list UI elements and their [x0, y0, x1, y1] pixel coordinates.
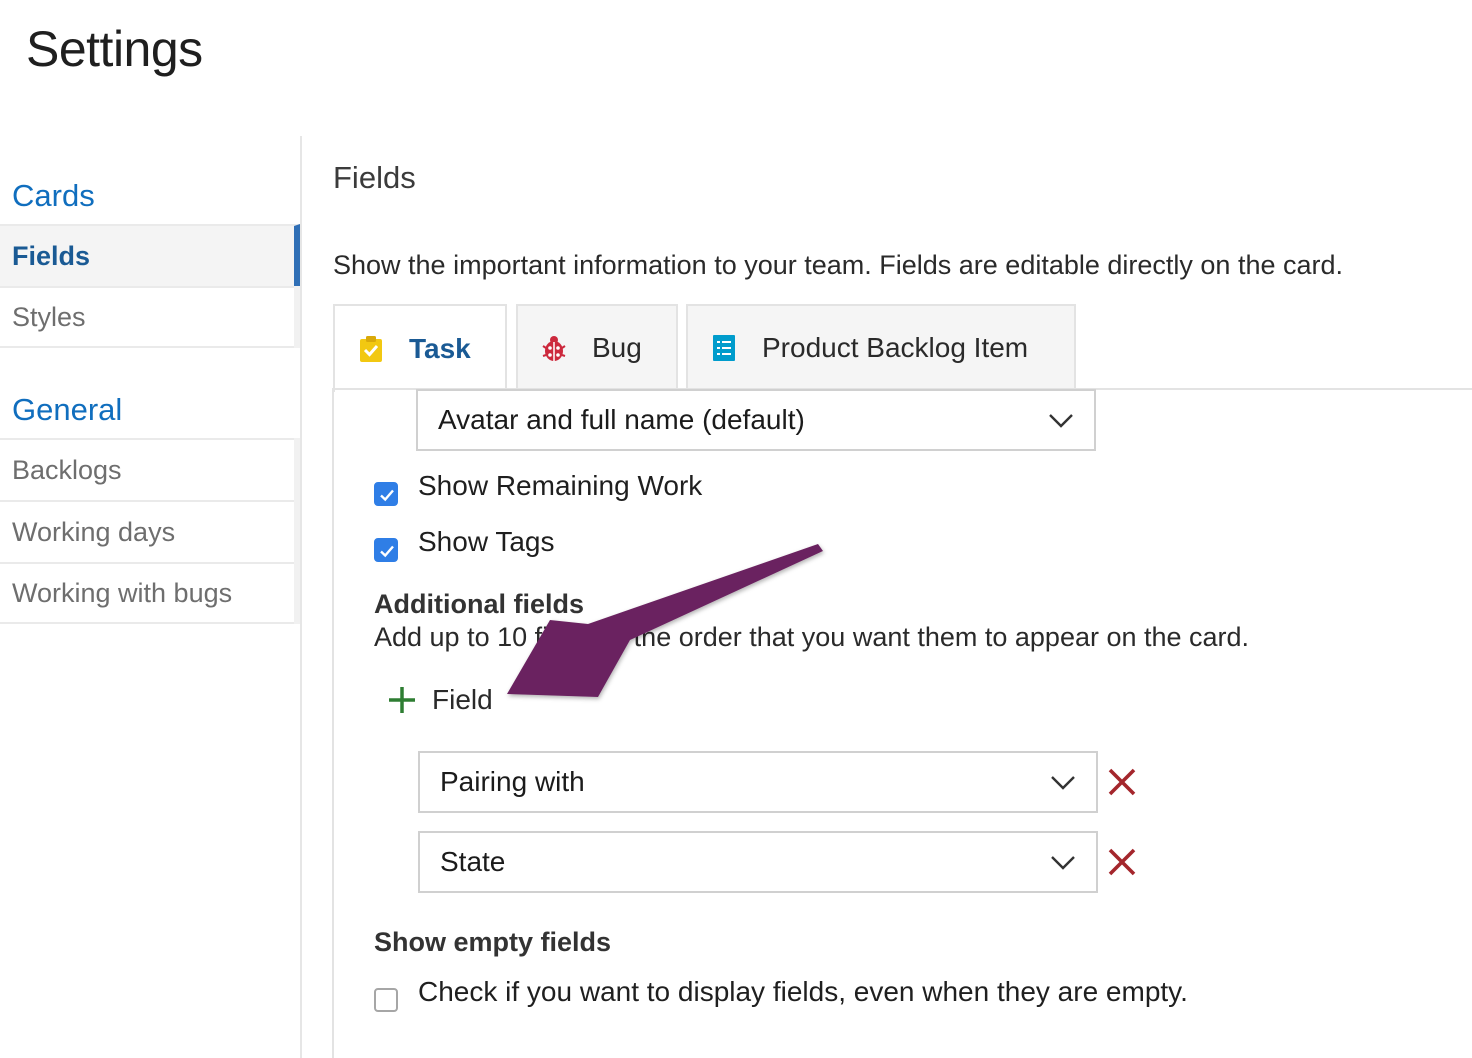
checkmark-icon	[380, 545, 394, 558]
select-value: Pairing with	[440, 766, 585, 797]
plus-icon	[389, 687, 415, 713]
sidebar-item-working-days[interactable]: Working days	[0, 500, 300, 562]
sidebar-item-backlogs[interactable]: Backlogs	[0, 438, 300, 500]
chevron-down-icon	[1049, 414, 1073, 428]
select-value: Avatar and full name (default)	[438, 404, 805, 435]
tab-task[interactable]: Task	[333, 304, 507, 392]
show-empty-fields-heading: Show empty fields	[374, 927, 612, 957]
remove-field-icon[interactable]	[1107, 847, 1137, 877]
show-remaining-work-label[interactable]: Show Remaining Work	[418, 470, 702, 502]
show-remaining-work-checkbox[interactable]	[374, 482, 398, 506]
tab-product-backlog-item[interactable]: Product Backlog Item	[686, 304, 1076, 390]
task-clipboard-icon	[357, 334, 385, 364]
add-field-button[interactable]: Field	[386, 680, 493, 720]
remove-field-icon[interactable]	[1107, 767, 1137, 797]
settings-sidebar: Cards Fields Styles General Backlogs Wor…	[0, 136, 302, 1058]
additional-field-select-2[interactable]: State	[418, 831, 1098, 893]
show-tags-label[interactable]: Show Tags	[418, 526, 554, 558]
nav-divider	[294, 286, 300, 348]
show-empty-fields-checkbox[interactable]	[374, 988, 398, 1012]
sidebar-item-label: Backlogs	[12, 454, 122, 485]
chevron-down-icon	[1051, 856, 1075, 870]
show-tags-checkbox[interactable]	[374, 538, 398, 562]
additional-fields-heading: Additional fields	[374, 589, 585, 619]
sidebar-item-styles[interactable]: Styles	[0, 286, 300, 348]
nav-group-cards: Cards	[12, 178, 95, 213]
add-field-label: Field	[432, 684, 493, 715]
additional-fields-help: Add up to 10 fields in the order that yo…	[374, 622, 1250, 652]
tab-bug[interactable]: Bug	[516, 304, 678, 390]
panel-border	[332, 388, 334, 1058]
sidebar-item-fields[interactable]: Fields	[0, 224, 300, 286]
bug-icon	[540, 333, 568, 363]
select-value: State	[440, 846, 506, 877]
section-title: Fields	[333, 160, 416, 195]
sidebar-item-working-with-bugs[interactable]: Working with bugs	[0, 562, 300, 624]
nav-divider	[294, 438, 300, 624]
tab-label: Product Backlog Item	[762, 332, 1029, 363]
additional-field-select-1[interactable]: Pairing with	[418, 751, 1098, 813]
sidebar-item-label: Fields	[12, 240, 91, 271]
show-empty-fields-label[interactable]: Check if you want to display fields, eve…	[418, 976, 1188, 1008]
sidebar-item-label: Working days	[12, 516, 176, 547]
page-title: Settings	[26, 21, 203, 77]
backlog-item-icon	[710, 333, 738, 363]
sidebar-item-label: Working with bugs	[12, 577, 233, 608]
sidebar-item-label: Styles	[12, 301, 86, 332]
section-description: Show the important information to your t…	[333, 250, 1344, 280]
tab-label: Task	[409, 333, 471, 364]
tab-label: Bug	[592, 332, 642, 363]
nav-group-general: General	[12, 392, 123, 427]
chevron-down-icon	[1051, 776, 1075, 790]
checkmark-icon	[380, 489, 394, 502]
assigned-to-display-select[interactable]: Avatar and full name (default)	[416, 389, 1096, 451]
